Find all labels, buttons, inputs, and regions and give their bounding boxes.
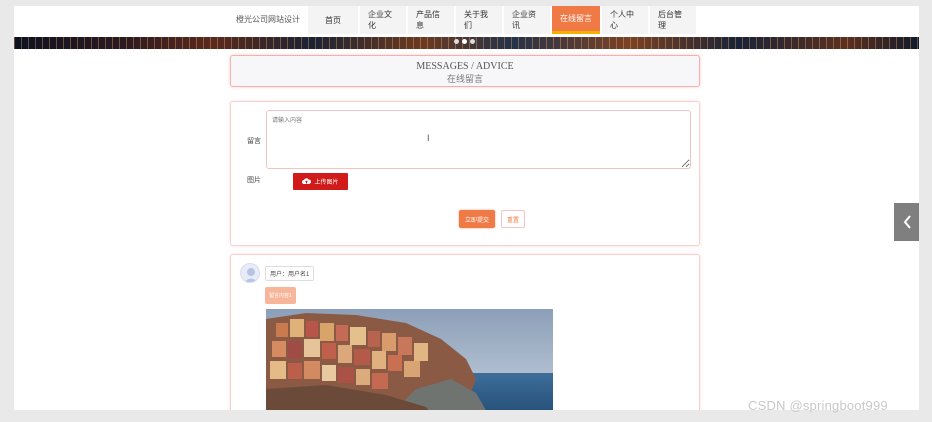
reset-button[interactable]: 重置 — [501, 210, 525, 228]
section-title-en: MESSAGES / ADVICE — [416, 61, 514, 72]
submit-button[interactable]: 立即提交 — [459, 210, 495, 228]
section-title-cn: 在线留言 — [446, 74, 483, 84]
nav-item-admin[interactable]: 后台管理 — [650, 6, 696, 34]
nav-item-culture[interactable]: 企业文化 — [360, 6, 406, 34]
message-form: 留言 I 图片 上传图片 立即提交 重置 — [230, 101, 700, 246]
page-container: 橙光公司网站设计 首页 企业文化 产品信息 关于我们 企业资讯 在线留言 个人中… — [14, 6, 919, 410]
watermark-text: CSDN @springboot999 — [748, 398, 888, 413]
carousel-dots — [454, 39, 475, 44]
nav-item-news[interactable]: 企业资讯 — [504, 6, 550, 34]
user-avatar-icon — [240, 263, 260, 283]
message-label: 留言 — [247, 138, 261, 145]
carousel-dot-active[interactable] — [462, 39, 467, 44]
upload-image-button[interactable]: 上传图片 — [293, 173, 348, 190]
top-navbar: 橙光公司网站设计 首页 企业文化 产品信息 关于我们 企业资讯 在线留言 个人中… — [14, 6, 919, 37]
message-input[interactable] — [266, 110, 691, 169]
nav-item-profile[interactable]: 个人中心 — [602, 6, 648, 34]
chevron-left-icon — [903, 215, 911, 229]
upload-label: 上传图片 — [314, 180, 339, 186]
nav-item-products[interactable]: 产品信息 — [408, 6, 454, 34]
message-list-item: 用户：用户名1 留言内容1 — [230, 254, 700, 410]
message-user: 用户：用户名1 — [265, 266, 315, 281]
side-scroll-button[interactable] — [894, 203, 919, 241]
section-header: MESSAGES / ADVICE 在线留言 — [230, 55, 700, 87]
carousel-dot[interactable] — [454, 39, 459, 44]
message-content: 留言内容1 — [265, 287, 296, 304]
nav-item-home[interactable]: 首页 — [308, 6, 358, 34]
carousel-dot[interactable] — [470, 39, 475, 44]
site-title: 橙光公司网站设计 — [236, 15, 300, 24]
nav-item-messages[interactable]: 在线留言 — [552, 6, 600, 34]
nav-item-about[interactable]: 关于我们 — [456, 6, 502, 34]
message-image — [266, 309, 553, 410]
main-nav: 首页 企业文化 产品信息 关于我们 企业资讯 在线留言 个人中心 后台管理 — [308, 6, 696, 34]
cloud-upload-icon — [302, 178, 312, 184]
text-cursor-icon: I — [427, 133, 430, 143]
image-label: 图片 — [247, 177, 261, 184]
